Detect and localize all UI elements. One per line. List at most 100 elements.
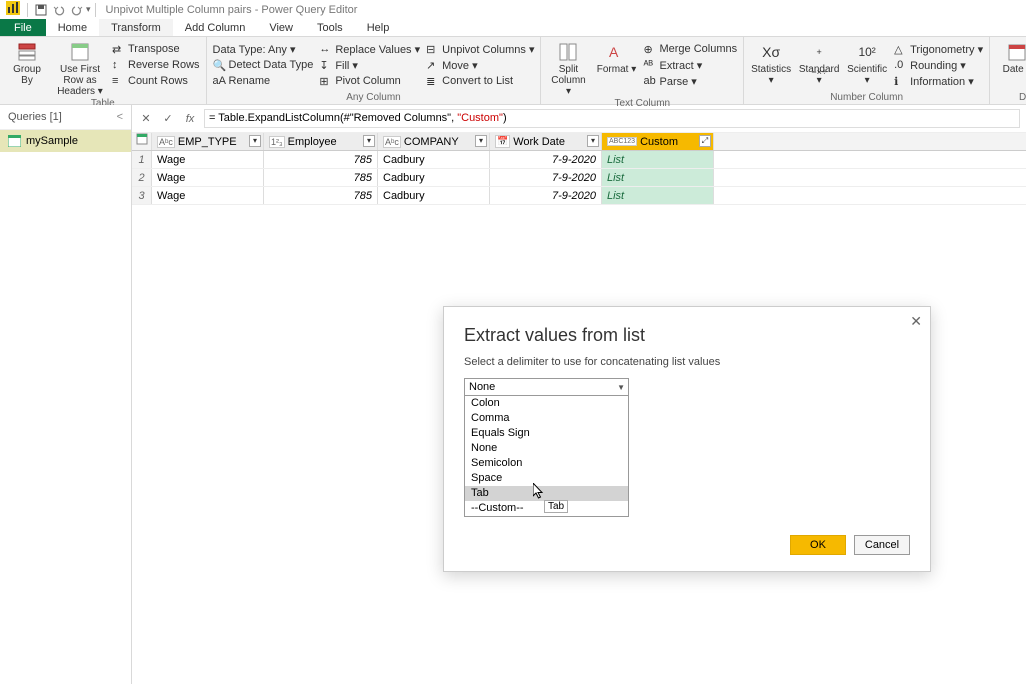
filter-icon[interactable]: ▾ bbox=[475, 135, 487, 147]
table-icon bbox=[8, 135, 21, 147]
menu-tab-help[interactable]: Help bbox=[355, 19, 402, 36]
menu-tab-transform[interactable]: Transform bbox=[99, 19, 173, 36]
select-all-cell[interactable] bbox=[132, 133, 152, 150]
menu-file[interactable]: File bbox=[0, 19, 46, 36]
chevron-down-icon: ▼ bbox=[617, 383, 625, 392]
col-custom[interactable]: ABC123Custom⤢ bbox=[602, 133, 714, 150]
cancel-button[interactable]: Cancel bbox=[854, 535, 910, 555]
cell[interactable]: Cadbury bbox=[378, 187, 490, 204]
dropdown-option[interactable]: Comma bbox=[465, 411, 628, 426]
data-grid: AᵇcEMP_TYPE▾ 1²₃Employee▾ AᵇcCOMPANY▾ 📅W… bbox=[132, 133, 1026, 205]
cell[interactable]: List bbox=[602, 169, 714, 186]
queries-header: Queries [1] < bbox=[0, 105, 131, 130]
group-by-button[interactable]: Group By bbox=[6, 41, 48, 86]
filter-icon[interactable]: ▾ bbox=[587, 135, 599, 147]
col-emptype[interactable]: AᵇcEMP_TYPE▾ bbox=[152, 133, 264, 150]
ribbon-group-anycolumn: Data Type: Any ▾ 🔍Detect Data Type aARen… bbox=[207, 37, 542, 104]
parse-button[interactable]: abParse ▾ bbox=[643, 73, 737, 89]
delimiter-dropdown: ColonCommaEquals SignNoneSemicolonSpaceT… bbox=[464, 396, 629, 517]
redo-icon[interactable] bbox=[70, 3, 84, 17]
rename-button[interactable]: aARename bbox=[213, 73, 314, 89]
formula-input[interactable]: = Table.ExpandListColumn(#"Removed Colum… bbox=[204, 109, 1020, 128]
cell[interactable]: 785 bbox=[264, 169, 378, 186]
dropdown-option[interactable]: Semicolon bbox=[465, 456, 628, 471]
cell[interactable]: List bbox=[602, 151, 714, 168]
formula-bar: ✕ ✓ fx = Table.ExpandListColumn(#"Remove… bbox=[132, 105, 1026, 133]
dialog-title: Extract values from list bbox=[464, 325, 910, 346]
use-first-row-button[interactable]: Use First Row as Headers ▾ bbox=[54, 41, 106, 97]
unpivot-columns-button[interactable]: ⊟Unpivot Columns ▾ bbox=[426, 41, 534, 57]
information-button[interactable]: ℹInformation ▾ bbox=[894, 73, 983, 89]
titlebar: ▾ Unpivot Multiple Column pairs - Power … bbox=[0, 0, 1026, 19]
ribbon-group-numbercolumn: XσStatistics ▾ +−×÷Standard ▾ 10²Scienti… bbox=[744, 37, 990, 104]
app-icon bbox=[3, 1, 23, 18]
cell[interactable]: Cadbury bbox=[378, 151, 490, 168]
pivot-column-button[interactable]: ⊞Pivot Column bbox=[319, 73, 420, 89]
cell[interactable]: 785 bbox=[264, 187, 378, 204]
convert-to-list-button[interactable]: ≣Convert to List bbox=[426, 73, 534, 89]
col-workdate[interactable]: 📅Work Date▾ bbox=[490, 133, 602, 150]
statistics-button[interactable]: XσStatistics ▾ bbox=[750, 41, 792, 86]
standard-button[interactable]: +−×÷Standard ▾ bbox=[798, 41, 840, 86]
table-row[interactable]: 2Wage785Cadbury7-9-2020List bbox=[132, 169, 1026, 187]
date-button[interactable]: Date ▾ bbox=[996, 41, 1026, 75]
split-column-button[interactable]: Split Column ▾ bbox=[547, 41, 589, 97]
cell[interactable]: Wage bbox=[152, 169, 264, 186]
expand-icon[interactable]: ⤢ bbox=[699, 135, 711, 147]
transpose-button[interactable]: ⇄Transpose bbox=[112, 41, 200, 57]
undo-icon[interactable] bbox=[52, 3, 66, 17]
cell[interactable]: Wage bbox=[152, 187, 264, 204]
cancel-formula-icon[interactable]: ✕ bbox=[138, 111, 154, 127]
filter-icon[interactable]: ▾ bbox=[249, 135, 261, 147]
rounding-button[interactable]: .0Rounding ▾ bbox=[894, 57, 983, 73]
query-item[interactable]: mySample bbox=[0, 130, 131, 152]
commit-formula-icon[interactable]: ✓ bbox=[160, 111, 176, 127]
menu-tab-home[interactable]: Home bbox=[46, 19, 99, 36]
count-rows-button[interactable]: ≡Count Rows bbox=[112, 73, 200, 89]
scientific-button[interactable]: 10²Scientific ▾ bbox=[846, 41, 888, 86]
save-icon[interactable] bbox=[34, 3, 48, 17]
col-employee[interactable]: 1²₃Employee▾ bbox=[264, 133, 378, 150]
delimiter-combo[interactable]: None▼ bbox=[464, 378, 629, 396]
fill-button[interactable]: ↧Fill ▾ bbox=[319, 57, 420, 73]
table-row[interactable]: 1Wage785Cadbury7-9-2020List bbox=[132, 151, 1026, 169]
replace-values-button[interactable]: ↔Replace Values ▾ bbox=[319, 41, 420, 57]
dropdown-option[interactable]: None bbox=[465, 441, 628, 456]
dropdown-option[interactable]: Space bbox=[465, 471, 628, 486]
detect-data-type-button[interactable]: 🔍Detect Data Type bbox=[213, 57, 314, 73]
tooltip: Tab bbox=[544, 500, 568, 513]
extract-button[interactable]: ᴬᴮExtract ▾ bbox=[643, 57, 737, 73]
cell[interactable]: Wage bbox=[152, 151, 264, 168]
ribbon-group-datetime: Date ▾ Time ▾ Duration ▾ Date & Time Col… bbox=[990, 37, 1026, 104]
dropdown-option[interactable]: Equals Sign bbox=[465, 426, 628, 441]
table-row[interactable]: 3Wage785Cadbury7-9-2020List bbox=[132, 187, 1026, 205]
trigonometry-button[interactable]: △Trigonometry ▾ bbox=[894, 41, 983, 57]
menubar: File Home Transform Add Column View Tool… bbox=[0, 19, 1026, 37]
cell[interactable]: 785 bbox=[264, 151, 378, 168]
collapse-icon[interactable]: < bbox=[117, 111, 123, 123]
fx-icon[interactable]: fx bbox=[182, 111, 198, 127]
menu-tab-addcolumn[interactable]: Add Column bbox=[173, 19, 258, 36]
group-label-numbercolumn: Number Column bbox=[750, 91, 983, 104]
row-number: 3 bbox=[132, 187, 152, 204]
cell[interactable]: 7-9-2020 bbox=[490, 169, 602, 186]
move-button[interactable]: ↗Move ▾ bbox=[426, 57, 534, 73]
col-company[interactable]: AᵇcCOMPANY▾ bbox=[378, 133, 490, 150]
dropdown-option[interactable]: Colon bbox=[465, 396, 628, 411]
format-button[interactable]: A Format ▾ bbox=[595, 41, 637, 75]
dropdown-option[interactable]: Tab bbox=[465, 486, 628, 501]
menu-tab-view[interactable]: View bbox=[257, 19, 305, 36]
cell[interactable]: 7-9-2020 bbox=[490, 151, 602, 168]
menu-tab-tools[interactable]: Tools bbox=[305, 19, 355, 36]
extract-values-dialog: ✕ Extract values from list Select a deli… bbox=[443, 306, 931, 572]
reverse-rows-button[interactable]: ↕Reverse Rows bbox=[112, 57, 200, 73]
cell[interactable]: 7-9-2020 bbox=[490, 187, 602, 204]
ok-button[interactable]: OK bbox=[790, 535, 846, 555]
filter-icon[interactable]: ▾ bbox=[363, 135, 375, 147]
data-type-button[interactable]: Data Type: Any ▾ bbox=[213, 41, 314, 57]
close-icon[interactable]: ✕ bbox=[910, 313, 922, 330]
cell[interactable]: Cadbury bbox=[378, 169, 490, 186]
cell[interactable]: List bbox=[602, 187, 714, 204]
merge-columns-button[interactable]: ⊕Merge Columns bbox=[643, 41, 737, 57]
window-title: Unpivot Multiple Column pairs - Power Qu… bbox=[106, 4, 358, 16]
